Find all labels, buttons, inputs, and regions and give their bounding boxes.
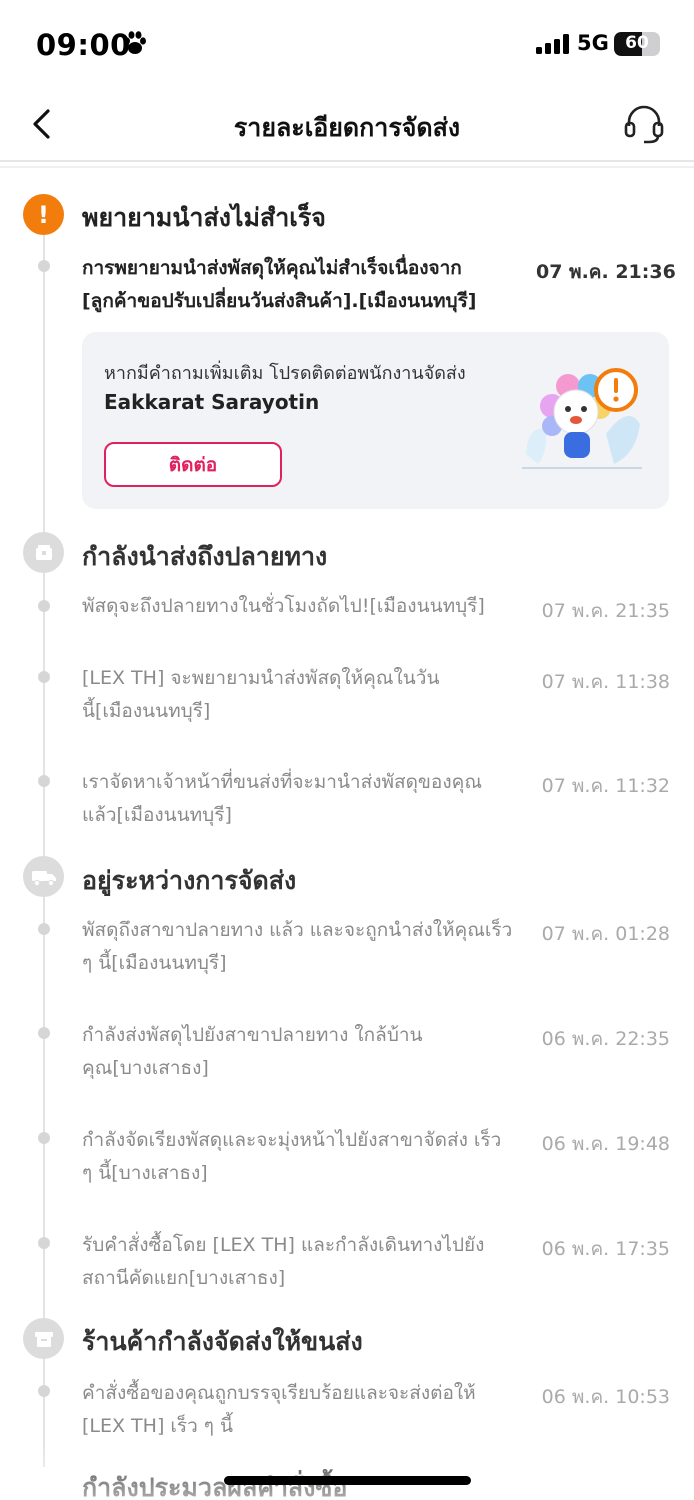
event-description: เราจัดหาเจ้าหน้าที่ขนส่งที่จะมานำส่งพัสด… [82, 771, 482, 826]
timeline-dot [38, 1237, 50, 1249]
contact-courier-button[interactable]: ติดต่อ [104, 442, 282, 487]
delivery-box-icon [23, 532, 64, 573]
nav-header: รายละเอียดการจัดส่ง [0, 88, 694, 162]
event-time: 07 พ.ค. 01:28 [541, 923, 670, 945]
event-description: คำสั่งซื้อของคุณถูกบรรจุเรียบร้อยและจะส่… [82, 1382, 476, 1437]
timeline-dot [38, 923, 50, 935]
header-divider [0, 160, 694, 162]
status-bar: 09:00 5G 60 [0, 0, 694, 88]
truck-icon [23, 856, 64, 897]
package-icon [23, 1318, 64, 1359]
event-description: [LEX TH] จะพยายามนำส่งพัสดุให้คุณในวัน น… [82, 667, 440, 722]
network-type: 5G [577, 31, 609, 55]
battery-icon: 60 [614, 32, 660, 56]
paw-icon [124, 31, 146, 54]
event-time: 06 พ.ค. 19:48 [541, 1133, 670, 1155]
section-title-seller-shipping: ร้านค้ากำลังจัดส่งให้ขนส่ง [82, 1327, 363, 1356]
event-description: รับคำสั่งซื้อโดย [LEX TH] และกำลังเดินทา… [82, 1234, 485, 1289]
contact-question: หากมีคำถามเพิ่มเติม โปรดติดต่อพนักงานจัด… [104, 363, 466, 384]
alert-icon: ! [23, 194, 64, 235]
page-title: รายละเอียดการจัดส่ง [233, 113, 461, 142]
event-time: 06 พ.ค. 10:53 [541, 1386, 670, 1408]
timeline-dot [38, 1027, 50, 1039]
event-time: 07 พ.ค. 11:32 [541, 775, 670, 797]
timeline-dot [38, 1132, 50, 1144]
timeline-dot [38, 775, 50, 787]
headset-icon [624, 105, 664, 144]
courier-contact-card: หากมีคำถามเพิ่มเติม โปรดติดต่อพนักงานจัด… [82, 332, 669, 509]
timeline-dot [38, 260, 50, 272]
home-indicator[interactable] [224, 1476, 471, 1485]
event-time: 07 พ.ค. 11:38 [541, 671, 670, 693]
event-description: กำลังจัดเรียงพัสดุและจะมุ่งหน้าไปยังสาขา… [82, 1129, 502, 1184]
event-time: 07 พ.ค. 21:36 [536, 261, 676, 283]
event-time: 06 พ.ค. 22:35 [541, 1028, 670, 1050]
section-title-out-for-delivery: กำลังนำส่งถึงปลายทาง [82, 542, 328, 571]
timeline-dot [38, 1385, 50, 1397]
event-time: 07 พ.ค. 21:35 [541, 600, 670, 622]
header-divider-shadow [0, 166, 694, 168]
section-title-failed: พยายามนำส่งไม่สำเร็จ [82, 203, 326, 232]
battery-level: 60 [625, 33, 649, 53]
event-description: กำลังส่งพัสดุไปยังสาขาปลายทาง ใกล้บ้าน ค… [82, 1024, 423, 1079]
section-title-in-transit: อยู่ระหว่างการจัดส่ง [82, 866, 297, 895]
event-time: 06 พ.ค. 17:35 [541, 1238, 670, 1260]
status-time: 09:00 [36, 28, 131, 62]
support-button[interactable] [622, 102, 666, 146]
timeline-line [43, 232, 45, 1467]
timeline-dot [38, 671, 50, 683]
event-description: การพยายามนำส่งพัสดุให้คุณไม่สำเร็จเนื่อง… [82, 257, 477, 312]
timeline-dot [38, 600, 50, 612]
event-description: พัสดุถึงสาขาปลายทาง แล้ว และจะถูกนำส่งให… [82, 919, 513, 974]
event-description: พัสดุจะถึงปลายทางในชั่วโมงถัดไป![เมืองนน… [82, 595, 485, 617]
courier-name: Eakkarat Sarayotin [104, 390, 320, 414]
mascot-illustration [522, 368, 642, 469]
signal-icon [536, 34, 569, 54]
